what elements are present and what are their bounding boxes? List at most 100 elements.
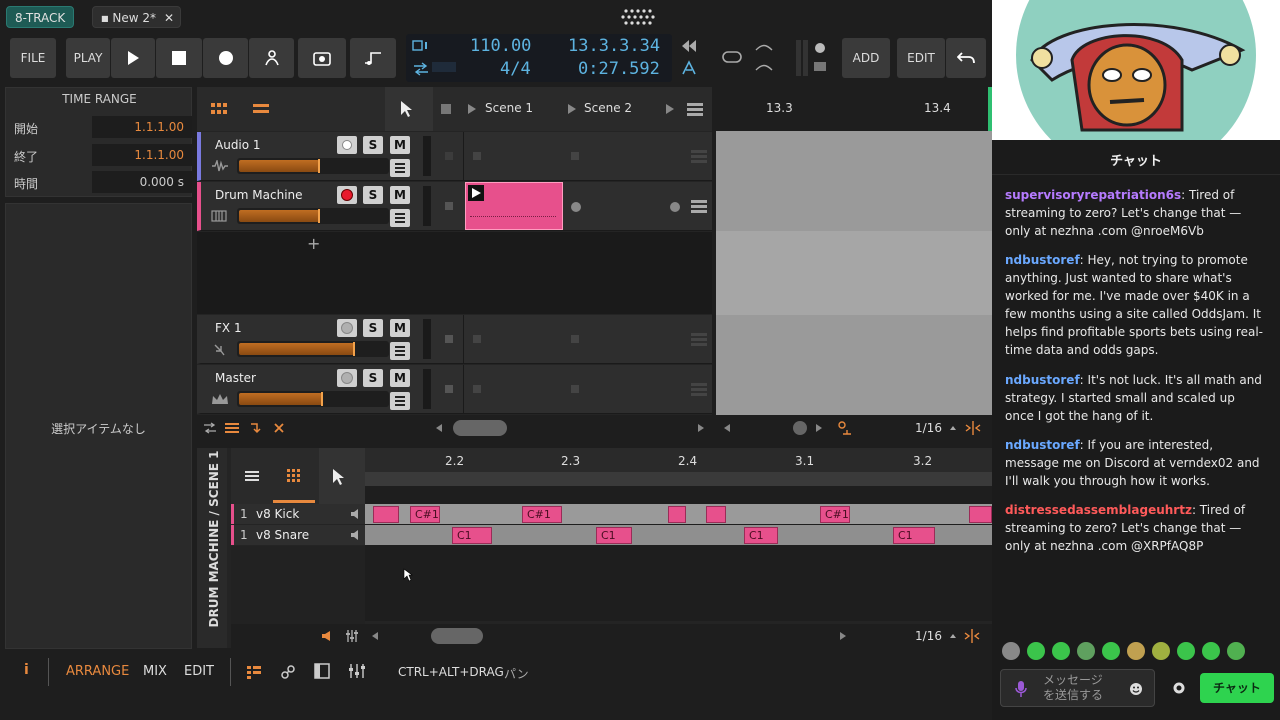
emote-icon[interactable] [1127, 642, 1145, 660]
grid-icon[interactable] [287, 469, 301, 483]
send-chat-button[interactable]: チャット [1200, 673, 1274, 703]
emoji-icon[interactable] [1129, 682, 1143, 696]
end-value[interactable]: 1.1.1.00 [92, 144, 192, 166]
undo-button[interactable] [946, 38, 986, 78]
scroll-thumb-small[interactable] [793, 421, 807, 435]
arm-button[interactable] [337, 186, 357, 204]
track-menu-icon[interactable] [691, 150, 707, 164]
arranger-timeline[interactable]: 13.3 13.4 [716, 87, 992, 415]
panel-icon[interactable] [314, 663, 330, 679]
clip-slot-stop[interactable] [445, 385, 453, 393]
note-kick[interactable] [373, 506, 399, 523]
note-snare[interactable]: C1 [744, 527, 778, 544]
clip-slot[interactable] [571, 152, 579, 160]
add-track-button[interactable]: + [307, 234, 320, 253]
solo-button[interactable]: S [363, 136, 383, 154]
note-snare[interactable]: C1 [452, 527, 492, 544]
audition-icon[interactable] [321, 630, 333, 642]
track-menu-icon[interactable] [691, 333, 707, 347]
clip-slot-record-icon[interactable] [670, 202, 680, 212]
mute-button[interactable]: M [390, 319, 410, 337]
editor-ruler[interactable]: 2.2 2.3 2.4 3.1 3.2 [365, 448, 992, 486]
scene-2-label[interactable]: Scene 2 [584, 101, 632, 115]
metronome-button[interactable] [350, 38, 396, 78]
track-menu-button[interactable] [390, 209, 410, 227]
emote-icon[interactable] [1052, 642, 1070, 660]
tuning-fork-icon[interactable] [680, 60, 698, 76]
speaker-icon[interactable] [350, 509, 360, 519]
drum-row-kick[interactable]: 1 v8 Kick [231, 504, 365, 524]
time-position[interactable]: 0:27.592 [578, 59, 660, 79]
arranger-ruler[interactable]: 13.3 13.4 [716, 87, 992, 131]
stop-button[interactable] [156, 38, 202, 78]
duration-value[interactable]: 0.000 s [92, 171, 192, 193]
emote-icon[interactable] [1027, 642, 1045, 660]
tempo-value[interactable]: 110.00 [470, 36, 531, 56]
track-menu-icon[interactable] [691, 200, 707, 214]
track-master[interactable]: Master S M [197, 365, 712, 414]
volume-slider[interactable] [237, 391, 389, 407]
arm-button[interactable] [337, 319, 357, 337]
volume-slider[interactable] [237, 208, 389, 224]
solo-button[interactable]: S [363, 319, 383, 337]
mute-button[interactable]: M [390, 369, 410, 387]
mix-tab[interactable]: MIX [143, 664, 167, 679]
volume-slider[interactable] [237, 341, 389, 357]
grid-view-icon[interactable] [211, 103, 227, 115]
chat-username[interactable]: ndbustoref [1005, 253, 1080, 267]
clip-slot[interactable] [571, 335, 579, 343]
emote-icon[interactable] [1177, 642, 1195, 660]
file-button[interactable]: FILE [10, 38, 56, 78]
scroll-right-icon[interactable] [815, 423, 823, 433]
note-kick[interactable]: C#1 [410, 506, 440, 523]
note-kick[interactable] [668, 506, 686, 523]
clip-slot-stop[interactable] [445, 152, 453, 160]
scroll-right-icon[interactable] [697, 423, 705, 433]
list-view-icon[interactable] [253, 103, 269, 115]
stepper-icon[interactable] [949, 424, 957, 432]
swap-lanes-icon[interactable] [203, 422, 217, 434]
arm-button[interactable] [337, 136, 357, 154]
editor-tool-selector[interactable] [319, 448, 365, 504]
layers-icon[interactable] [245, 470, 259, 482]
arrange-tab[interactable]: ARRANGE [66, 664, 129, 679]
clip-play-icon[interactable] [468, 185, 484, 201]
track-name[interactable]: Drum Machine [215, 188, 303, 202]
zoom-to-fit-icon[interactable] [964, 629, 980, 643]
track-name[interactable]: FX 1 [215, 321, 242, 335]
clip-slot-record-icon[interactable] [571, 202, 581, 212]
editor-quantize[interactable]: 1/16 [915, 629, 942, 643]
emote-icon[interactable] [1077, 642, 1095, 660]
beat-position[interactable]: 13.3.3.34 [568, 36, 660, 56]
swap-icon[interactable] [412, 62, 430, 76]
volume-slider[interactable] [237, 158, 389, 174]
emote-icon[interactable] [1152, 642, 1170, 660]
track-name[interactable]: Audio 1 [215, 138, 261, 152]
edit-button[interactable]: EDIT [897, 38, 945, 78]
note-kick[interactable]: C#1 [522, 506, 562, 523]
add-button[interactable]: ADD [842, 38, 890, 78]
note-grid[interactable]: C#1 C#1 C#1 C1 C1 C1 C1 [365, 486, 992, 621]
clip-slot[interactable] [571, 385, 579, 393]
track-menu-button[interactable] [390, 159, 410, 177]
mixer-icon[interactable] [345, 629, 359, 643]
chat-username[interactable]: supervisoryrepatriation6s [1005, 188, 1181, 202]
automation-button[interactable] [249, 38, 294, 78]
play-label-button[interactable]: PLAY [66, 38, 110, 78]
stop-all-clips-icon[interactable] [441, 104, 451, 114]
chat-username[interactable]: ndbustoref [1005, 373, 1080, 387]
scroll-left-icon[interactable] [435, 423, 443, 433]
chat-username[interactable]: distressedassemblageuhrtz [1005, 503, 1192, 517]
scene-menu-icon[interactable] [687, 103, 703, 117]
app-name-badge[interactable]: 8-TRACK [6, 6, 75, 28]
chat-input[interactable]: メッセージ を送信する [1000, 669, 1155, 707]
clip-slot[interactable] [473, 385, 481, 393]
scene-play-icon[interactable] [567, 103, 577, 115]
loop-record-button[interactable] [298, 38, 346, 78]
track-menu-button[interactable] [390, 392, 410, 410]
emote-icon[interactable] [1002, 642, 1020, 660]
arm-button[interactable] [337, 369, 357, 387]
close-icon[interactable]: ✕ [164, 7, 174, 29]
clip-slot[interactable] [473, 152, 481, 160]
tempo-sync-icon[interactable] [412, 40, 430, 52]
